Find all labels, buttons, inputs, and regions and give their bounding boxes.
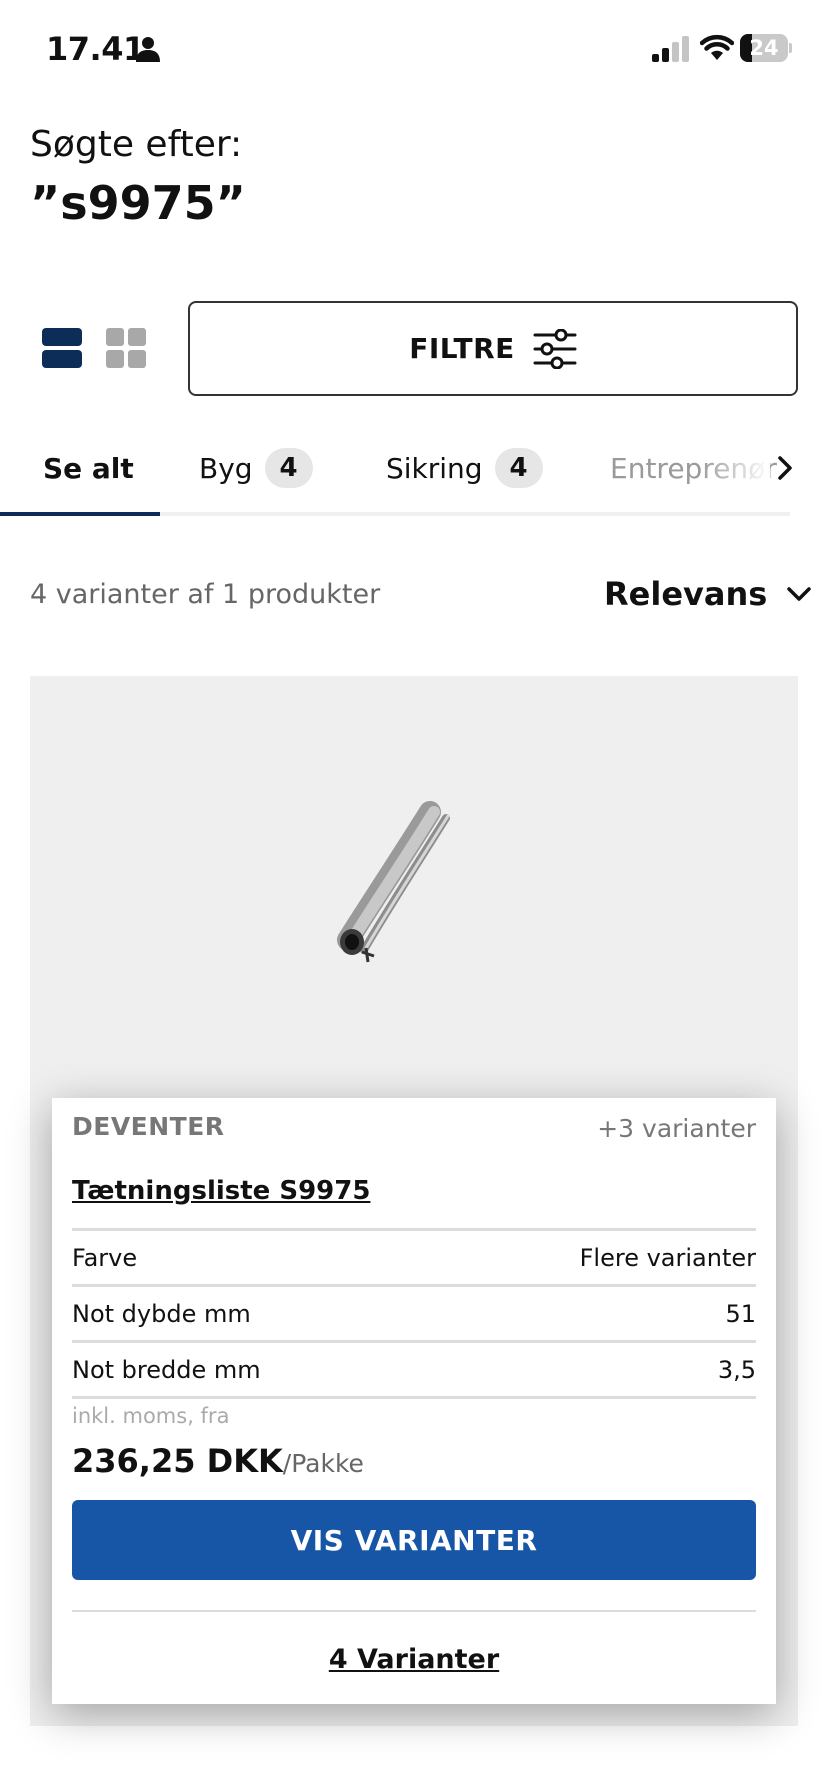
grid-view-icon[interactable] [106,328,146,368]
price-amount: 236,25 DKK [72,1442,283,1480]
filter-label: FILTRE [409,332,515,365]
spec-label: Not dybde mm [72,1299,251,1328]
variants-link[interactable]: 4 Varianter [52,1644,776,1675]
spec-value: 51 [725,1299,756,1328]
card-divider [72,1610,756,1612]
tab-label: Se alt [43,451,134,485]
status-time: 17.41 [46,30,145,68]
battery-icon: 24 [740,34,792,62]
spec-label: Not bredde mm [72,1355,261,1384]
tab-sikring[interactable]: Sikring 4 [386,420,543,516]
tab-byg[interactable]: Byg 4 [199,420,313,516]
product-name-link[interactable]: Tætningsliste S9975 [72,1176,370,1206]
tabs-fade [700,420,770,516]
sort-label: Relevans [604,575,768,613]
tab-label: Sikring [386,451,483,485]
spec-row: Not dybde mm 51 [72,1284,756,1340]
product-card: DEVENTER +3 varianter Tætningsliste S997… [52,1098,776,1704]
tab-label: Byg [199,451,253,485]
chevron-down-icon [787,587,812,601]
result-count: 4 varianter af 1 produkter [30,579,381,610]
tab-count-badge: 4 [264,448,313,488]
sliders-icon [533,328,577,369]
tab-se-alt[interactable]: Se alt [43,420,134,516]
product-image[interactable] [330,790,500,1000]
signal-icon [652,36,689,62]
filter-button[interactable]: FILTRE [188,301,798,396]
category-tabs: Se alt Byg 4 Sikring 4 Entreprenør [0,420,828,516]
spec-row: Farve Flere varianter [72,1228,756,1284]
status-bar: 17.41 24 [0,0,828,100]
chevron-right-icon[interactable] [770,448,800,488]
price-note: inkl. moms, fra [72,1404,230,1428]
wifi-icon [700,34,734,60]
tabs-active-indicator [0,512,160,516]
price-unit: /Pakke [282,1449,364,1478]
spec-divider [72,1396,756,1399]
product-brand: DEVENTER [72,1112,225,1141]
sort-dropdown[interactable]: Relevans [604,572,813,616]
spec-label: Farve [72,1243,138,1272]
spec-value: 3,5 [717,1355,756,1384]
person-icon [136,37,160,62]
tab-count-badge: 4 [494,448,543,488]
spec-row: Not bredde mm 3,5 [72,1340,756,1396]
battery-level: 24 [749,36,779,60]
search-label: Søgte efter: [30,124,243,165]
spec-value: Flere varianter [579,1243,756,1272]
product-price: 236,25 DKK/Pakke [72,1442,364,1480]
variant-count: +3 varianter [597,1114,756,1143]
show-variants-button[interactable]: VIS VARIANTER [72,1500,756,1580]
search-query: ”s9975” [30,176,246,230]
list-view-icon[interactable] [42,328,82,368]
